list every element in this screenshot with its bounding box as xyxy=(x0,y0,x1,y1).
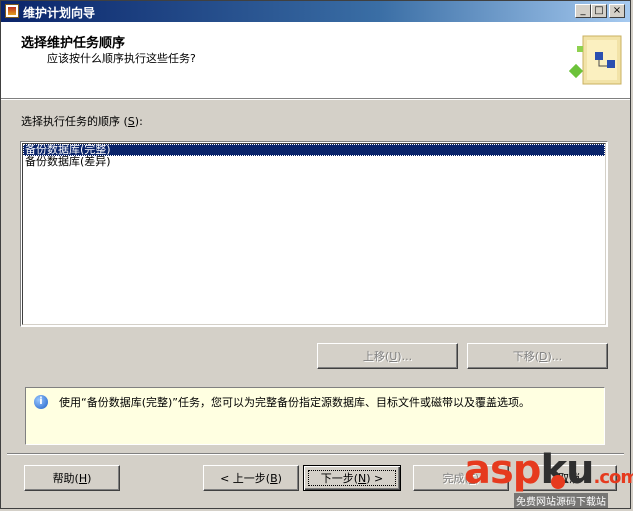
info-text: 使用“备份数据库(完整)”任务，您可以为完整备份指定源数据库、目标文件或磁带以及… xyxy=(59,396,530,409)
finish-button[interactable]: 完成(F) xyxy=(413,465,509,491)
task-order-list[interactable]: 备份数据库(完整) 备份数据库(差异) xyxy=(20,141,608,327)
page-subtitle: 应该按什么顺序执行这些任务? xyxy=(47,52,196,65)
close-button[interactable]: × xyxy=(609,4,625,18)
move-up-button[interactable]: 上移(U)... xyxy=(317,343,458,369)
help-button[interactable]: 帮助(H) xyxy=(24,465,120,491)
info-icon: i xyxy=(34,395,48,409)
wizard-window: 维护计划向导 _ □ × 选择维护任务顺序 应该按什么顺序执行这些任务? 选择执… xyxy=(0,0,633,509)
move-down-button[interactable]: 下移(D)... xyxy=(467,343,608,369)
next-button[interactable]: 下一步(N) > xyxy=(303,465,401,491)
back-button[interactable]: < 上一步(B) xyxy=(203,465,299,491)
wizard-header: 选择维护任务顺序 应该按什么顺序执行这些任务? xyxy=(1,22,630,99)
info-panel: i 使用“备份数据库(完整)”任务，您可以为完整备份指定源数据库、目标文件或磁带… xyxy=(25,387,605,445)
wizard-banner-icon xyxy=(569,35,622,85)
task-order-label: 选择执行任务的顺序 (S): xyxy=(21,115,143,128)
cancel-button[interactable]: 取消 xyxy=(521,465,617,491)
app-icon xyxy=(5,4,19,18)
page-title: 选择维护任务顺序 xyxy=(21,36,126,51)
maximize-button[interactable]: □ xyxy=(591,4,607,18)
window-title: 维护计划向导 xyxy=(23,6,96,20)
footer-separator xyxy=(7,453,624,455)
minimize-button[interactable]: _ xyxy=(575,4,591,18)
header-separator xyxy=(1,99,630,100)
title-bar[interactable]: 维护计划向导 _ □ × xyxy=(1,1,630,22)
list-item[interactable]: 备份数据库(差异) xyxy=(23,156,605,168)
